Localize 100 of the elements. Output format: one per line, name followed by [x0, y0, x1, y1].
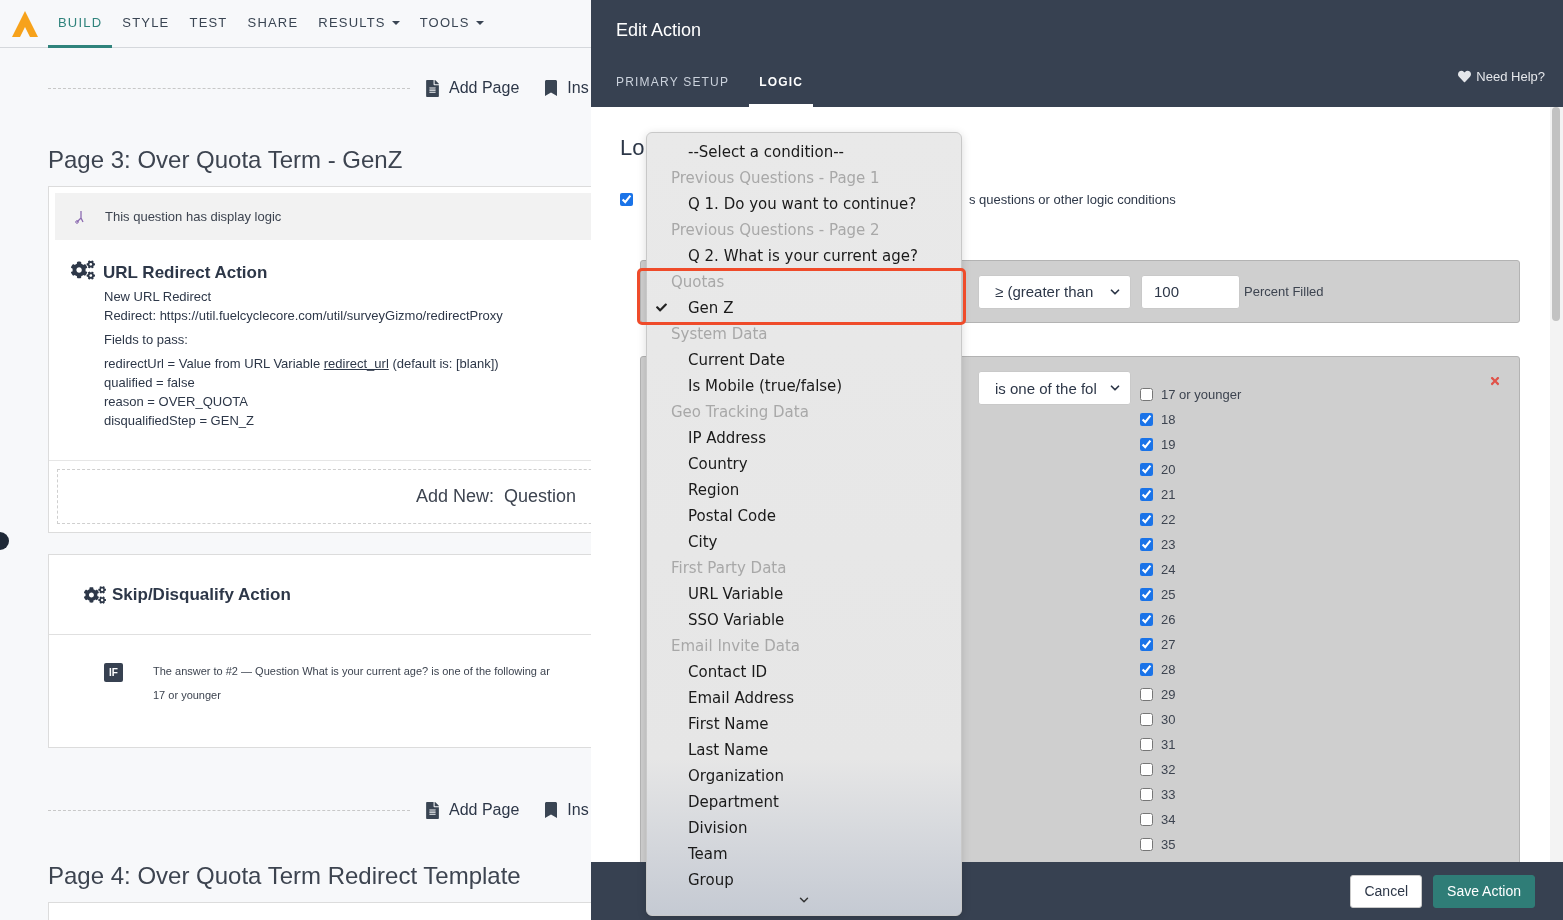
bookmark-icon [543, 80, 560, 96]
variable-link[interactable]: redirect_url [323, 356, 389, 371]
help-link[interactable]: Need Help? [1458, 46, 1545, 107]
option-group-label: Previous Questions - Page 1 [670, 168, 881, 189]
modal-tab[interactable]: LOGIC [749, 60, 814, 107]
if-badge: IF [104, 663, 123, 682]
dropdown-option[interactable]: First Name [647, 711, 961, 737]
answer-checkbox[interactable] [1140, 713, 1153, 726]
action-detail: New URL Redirect [104, 288, 213, 306]
answer-checkbox[interactable] [1140, 688, 1153, 701]
enable-checkbox[interactable] [620, 192, 633, 206]
dropdown-option[interactable]: Group [647, 867, 961, 893]
answer-label: 33 [1161, 787, 1176, 802]
dropdown-option[interactable]: Last Name [647, 737, 961, 763]
dropdown-option[interactable]: Country [647, 451, 961, 477]
answer-label: 27 [1161, 637, 1176, 652]
nav-tab[interactable]: RESULTS [308, 0, 410, 48]
dropdown-option[interactable]: Organization [647, 763, 961, 789]
bookmark-icon [543, 802, 560, 818]
dropdown-option[interactable]: Current Date [647, 347, 961, 373]
insert-button[interactable]: Ins [543, 801, 589, 819]
dropdown-option[interactable]: Contact ID [647, 659, 961, 685]
answer-checkbox[interactable] [1140, 588, 1153, 601]
display-logic-text: This question has display logic [105, 209, 282, 224]
nav-tab[interactable]: STYLE [112, 0, 180, 48]
scrollbar[interactable] [1550, 107, 1563, 862]
field-line: redirectUrl = Value from URL Variable redirect_url (default is: [blank]) [104, 355, 500, 373]
add-page-button[interactable]: Add Page [424, 79, 520, 97]
answer-checkbox[interactable] [1140, 413, 1153, 426]
answer-checkbox[interactable] [1140, 838, 1153, 851]
remove-icon[interactable] [1489, 375, 1501, 387]
insert-button[interactable]: Ins [543, 79, 589, 97]
dropdown-option[interactable]: Email Address [647, 685, 961, 711]
nav-tab[interactable]: TOOLS [409, 0, 494, 48]
answer-checkbox[interactable] [1140, 538, 1153, 551]
nav-tab[interactable]: TEST [179, 0, 238, 48]
answer-label: 29 [1161, 687, 1176, 702]
answer-checkbox[interactable] [1140, 388, 1153, 401]
dropdown-option[interactable]: City [647, 529, 961, 555]
dropdown-option[interactable]: Region [647, 477, 961, 503]
answer-checkbox[interactable] [1140, 813, 1153, 826]
option-group-label: System Data [670, 324, 769, 345]
document-icon [424, 79, 441, 97]
nav-tab[interactable]: BUILD [48, 0, 113, 48]
answer-checkbox[interactable] [1140, 513, 1153, 526]
answer-label: 21 [1161, 487, 1176, 502]
answer-label: 24 [1161, 562, 1176, 577]
answer-label: 18 [1161, 412, 1176, 427]
answer-checkbox[interactable] [1140, 763, 1153, 776]
answer-checkbox[interactable] [1140, 638, 1153, 651]
dropdown-option[interactable]: Postal Code [647, 503, 961, 529]
operator-select[interactable]: is one of the fol [978, 371, 1131, 405]
field-line: disqualifiedStep = GEN_Z [104, 412, 255, 430]
gears-icon [71, 258, 95, 282]
heart-icon [1458, 70, 1472, 83]
field-line: reason = OVER_QUOTA [104, 393, 249, 411]
unit-label: Percent Filled [1244, 284, 1324, 299]
dropdown-option[interactable]: Division [647, 815, 961, 841]
gears-icon [84, 583, 106, 606]
answer-label: 34 [1161, 812, 1176, 827]
modal-tab[interactable]: PRIMARY SETUP [606, 60, 740, 107]
answer-checkbox[interactable] [1140, 738, 1153, 751]
operator-select[interactable]: ≥ (greater than [978, 274, 1131, 309]
section-heading: Lo [620, 135, 645, 162]
dropdown-option[interactable]: IP Address [647, 425, 961, 451]
dropdown-option[interactable]: Department [647, 789, 961, 815]
answer-checkbox[interactable] [1140, 788, 1153, 801]
dropdown-option[interactable]: Team [647, 841, 961, 867]
dropdown-option[interactable]: Is Mobile (true/false) [647, 373, 961, 399]
modal-title: Edit Action [616, 18, 703, 42]
page-title: Page 4: Over Quota Term Redirect Template [48, 862, 522, 890]
option-group-label: Geo Tracking Data [670, 402, 810, 423]
save-button[interactable]: Save Action [1433, 874, 1535, 908]
option-group-label: First Party Data [670, 558, 788, 579]
action-detail: Redirect: https://util.fuelcyclecore.com/util/surveyGizmo/redirectProxy [104, 307, 504, 325]
dropdown-option[interactable]: --Select a condition-- [647, 139, 961, 165]
answer-checkbox[interactable] [1140, 563, 1153, 576]
answer-checkbox[interactable] [1140, 463, 1153, 476]
answer-checkbox[interactable] [1140, 488, 1153, 501]
option-group-label: Quotas [670, 272, 726, 293]
dropdown-option[interactable]: URL Variable [647, 581, 961, 607]
answer-label: 19 [1161, 437, 1176, 452]
document-icon [424, 801, 441, 819]
value-field[interactable]: 100 [1141, 274, 1240, 309]
option-group-label: Email Invite Data [670, 636, 802, 657]
nav-tab[interactable]: SHARE [237, 0, 309, 48]
answer-label: 20 [1161, 462, 1176, 477]
answer-checkbox[interactable] [1140, 663, 1153, 676]
add-page-button[interactable]: Add Page [424, 801, 520, 819]
answer-label: 28 [1161, 662, 1176, 677]
dropdown-option[interactable]: Q 2. What is your current age? [647, 243, 961, 269]
dropdown-option[interactable]: Gen Z [647, 295, 961, 321]
answer-checkbox[interactable] [1140, 438, 1153, 451]
answer-label: 31 [1161, 737, 1176, 752]
dropdown-option[interactable]: SSO Variable [647, 607, 961, 633]
answer-label: 26 [1161, 612, 1176, 627]
cancel-button[interactable]: Cancel [1350, 874, 1423, 908]
field-line: qualified = false [104, 374, 196, 392]
dropdown-option[interactable]: Q 1. Do you want to continue? [647, 191, 961, 217]
answer-checkbox[interactable] [1140, 613, 1153, 626]
